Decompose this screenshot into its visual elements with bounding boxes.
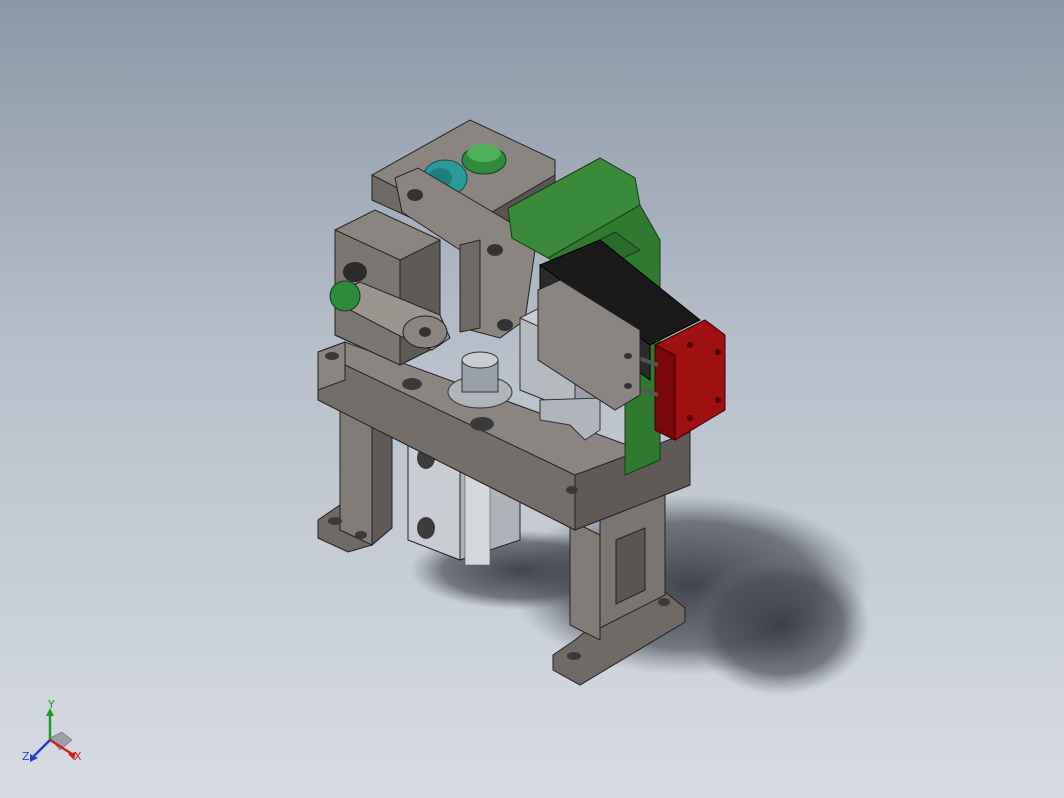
axis-triad: Y X Z (22, 700, 82, 763)
cad-assembly-model[interactable] (0, 0, 1064, 798)
green-handle-knob (329, 280, 361, 312)
cad-viewport[interactable]: Y X Z (0, 0, 1064, 798)
y-axis-label: Y (47, 700, 55, 711)
z-axis-line (33, 739, 51, 757)
x-axis-label: X (74, 750, 82, 763)
spindle-bearing (447, 351, 513, 409)
z-axis-label: Z (22, 750, 30, 763)
red-motor-cap (654, 319, 726, 441)
